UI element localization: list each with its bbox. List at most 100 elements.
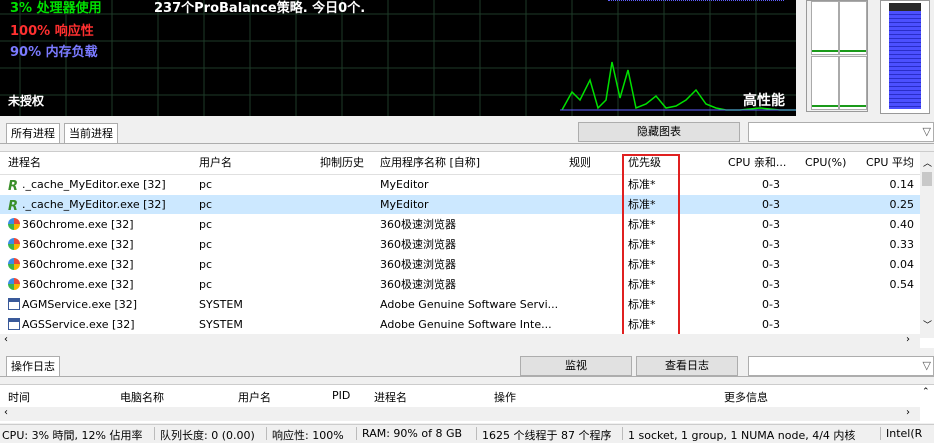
col-cpu-avg[interactable]: CPU 平均	[866, 152, 914, 174]
table-row[interactable]: 360chrome.exe [32] pc 360极速浏览器 标准* 0-3 0.54	[0, 275, 920, 294]
process-affinity: 0-3	[762, 318, 780, 331]
priority-highlight-box	[622, 154, 680, 342]
log-col-more-info[interactable]: 更多信息	[724, 389, 768, 405]
process-app-name: 360极速浏览器	[380, 258, 456, 271]
process-filter-input[interactable]: ▽	[748, 122, 934, 142]
process-cpu-avg: 0.14	[889, 178, 915, 191]
scroll-down-icon[interactable]: ﹀	[923, 318, 932, 331]
log-col-pid[interactable]: PID	[332, 389, 350, 402]
table-row[interactable]: 360chrome.exe [32] pc 360极速浏览器 标准* 0-3 0.40	[0, 215, 920, 234]
process-user: pc	[199, 178, 213, 191]
col-process-name[interactable]: 进程名	[8, 152, 41, 174]
core-meter-1	[811, 1, 839, 55]
process-app-name: Adobe Genuine Software Servi...	[380, 298, 559, 311]
view-log-button[interactable]: 查看日志	[636, 356, 738, 376]
process-cpu-avg: 0.04	[889, 258, 915, 271]
col-cpu[interactable]: CPU(%)	[805, 152, 846, 174]
process-user: pc	[199, 278, 213, 291]
process-user: pc	[199, 218, 213, 231]
core-meter-2	[839, 1, 867, 55]
process-user: SYSTEM	[199, 318, 243, 331]
log-table: 时间 电脑名称 用户名 PID 进程名 操作 更多信息 ‹ › ⌃	[0, 384, 934, 423]
col-affinity[interactable]: CPU 亲和...	[728, 152, 786, 174]
col-app-name[interactable]: 应用程序名称 [自称]	[380, 152, 480, 174]
process-user: pc	[199, 198, 213, 211]
process-user: SYSTEM	[199, 298, 243, 311]
license-status: 未授权	[8, 94, 45, 108]
scroll-left-icon[interactable]: ‹	[4, 334, 8, 345]
table-header: 进程名 用户名 抑制历史 应用程序名称 [自称] 规则 优先级 CPU 亲和..…	[0, 152, 920, 175]
graph-grid	[0, 0, 796, 116]
process-app-name: 360极速浏览器	[380, 278, 456, 291]
hide-chart-button[interactable]: 隐藏图表	[578, 122, 740, 142]
process-user: pc	[199, 238, 213, 251]
status-bar: CPU: 3% 時間, 12% 佔用率 队列长度: 0 (0.00) 响应性: …	[0, 424, 934, 442]
log-filter-icon[interactable]: ▽	[923, 359, 931, 372]
chrome360-icon	[8, 218, 20, 230]
process-cpu-avg: 0.54	[889, 278, 915, 291]
process-name: AGSService.exe [32]	[22, 318, 135, 331]
col-user[interactable]: 用户名	[199, 152, 232, 174]
process-name: 360chrome.exe [32]	[22, 278, 134, 291]
service-icon	[8, 318, 20, 330]
memory-load-stat: 90% 内存负载	[10, 45, 98, 60]
process-name: AGMService.exe [32]	[22, 298, 138, 311]
log-scroll-right-icon[interactable]: ›	[906, 407, 910, 418]
cpu-usage-stat: 3% 处理器使用	[10, 1, 102, 16]
scroll-up-icon[interactable]: ︿	[923, 156, 932, 169]
tab-action-log[interactable]: 操作日志	[6, 356, 60, 377]
process-app-name: MyEditor	[380, 178, 429, 191]
log-col-user[interactable]: 用户名	[238, 389, 271, 405]
log-col-time[interactable]: 时间	[8, 389, 30, 405]
table-row[interactable]: 360chrome.exe [32] pc 360极速浏览器 标准* 0-3 0.33	[0, 235, 920, 254]
vscroll-thumb[interactable]	[922, 172, 932, 186]
process-name: ._cache_MyEditor.exe [32]	[22, 198, 166, 211]
process-name: 360chrome.exe [32]	[22, 238, 134, 251]
log-col-computer[interactable]: 电脑名称	[120, 389, 164, 405]
process-app-name: 360极速浏览器	[380, 238, 456, 251]
col-rules[interactable]: 规则	[569, 152, 591, 174]
process-app-name: 360极速浏览器	[380, 218, 456, 231]
table-row[interactable]: AGMService.exe [32] SYSTEM Adobe Genuine S…	[0, 295, 920, 314]
table-row[interactable]: R ._cache_MyEditor.exe [32] pc MyEditor 标准* 0…	[0, 175, 920, 194]
process-cpu-avg: 0.33	[889, 238, 915, 251]
log-col-process[interactable]: 进程名	[374, 389, 407, 405]
process-affinity: 0-3	[762, 238, 780, 251]
responsiveness-stat: 100% 响应性	[10, 24, 94, 39]
log-filter-input[interactable]: ▽	[748, 356, 934, 376]
process-user: pc	[199, 258, 213, 271]
graph-top-marker	[608, 0, 784, 4]
table-row[interactable]: AGSService.exe [32] SYSTEM Adobe Genuine S…	[0, 315, 920, 334]
status-ram: RAM: 90% of 8 GB	[362, 427, 463, 440]
log-scroll-left-icon[interactable]: ‹	[4, 407, 8, 418]
table-row[interactable]: R ._cache_MyEditor.exe [32] pc MyEditor 标准* 0…	[0, 195, 920, 214]
monitor-button[interactable]: 监视	[520, 356, 632, 376]
log-col-action[interactable]: 操作	[494, 389, 516, 405]
process-affinity: 0-3	[762, 278, 780, 291]
tab-current-processes[interactable]: 当前进程	[64, 123, 118, 144]
process-affinity: 0-3	[762, 198, 780, 211]
process-app-name: MyEditor	[380, 198, 429, 211]
table-row[interactable]: 360chrome.exe [32] pc 360极速浏览器 标准* 0-3 0.04	[0, 255, 920, 274]
process-affinity: 0-3	[762, 218, 780, 231]
cpu-core-meters	[806, 0, 868, 112]
process-table: 进程名 用户名 抑制历史 应用程序名称 [自称] 规则 优先级 CPU 亲和..…	[0, 151, 934, 348]
process-affinity: 0-3	[762, 178, 780, 191]
chrome360-icon	[8, 258, 20, 270]
power-plan-label[interactable]: 高性能	[743, 90, 785, 110]
tab-all-processes[interactable]: 所有进程	[6, 123, 60, 144]
process-name: 360chrome.exe [32]	[22, 218, 134, 231]
process-table-hscrollbar[interactable]: ‹ ›	[0, 334, 920, 348]
filter-icon[interactable]: ▽	[923, 125, 931, 138]
memory-meter-fill	[889, 11, 921, 109]
meters-panel	[796, 0, 934, 116]
scroll-right-icon[interactable]: ›	[906, 334, 910, 345]
process-app-name: Adobe Genuine Software Inte...	[380, 318, 552, 331]
log-vscroll-icon[interactable]: ⌃	[922, 387, 930, 397]
process-cpu-avg: 0.40	[889, 218, 915, 231]
log-hscrollbar[interactable]: ‹ ›	[0, 407, 920, 421]
process-table-vscrollbar[interactable]: ︿ ﹀	[920, 152, 934, 338]
col-history[interactable]: 抑制历史	[320, 152, 364, 174]
process-name: ._cache_MyEditor.exe [32]	[22, 178, 166, 191]
r-icon: R	[8, 199, 19, 214]
